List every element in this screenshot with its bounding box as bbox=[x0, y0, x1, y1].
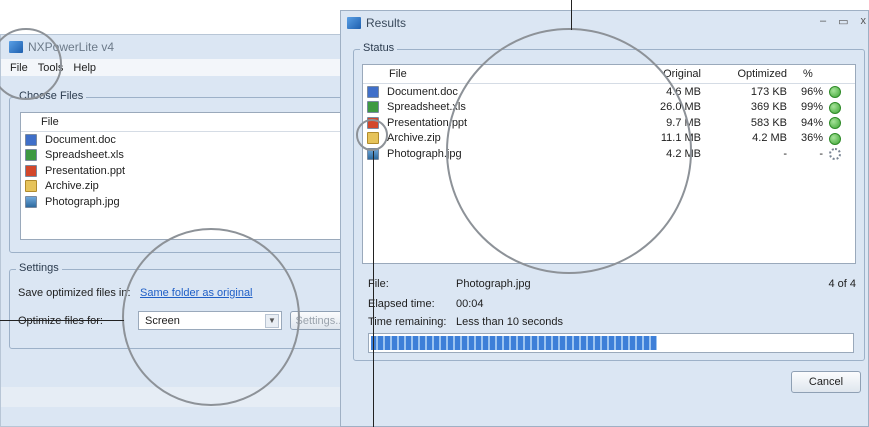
excel-icon bbox=[25, 149, 37, 162]
list-item[interactable]: Photograph.jpg bbox=[21, 194, 349, 210]
col-file-header[interactable]: File bbox=[389, 68, 407, 80]
remaining-label: Time remaining: bbox=[368, 316, 447, 328]
cell-optimized: 369 KB bbox=[750, 101, 787, 114]
cell-pct: 99% bbox=[800, 101, 823, 114]
ok-check-icon bbox=[829, 86, 841, 98]
cell-pct: - bbox=[819, 147, 823, 160]
callout-circle-results bbox=[446, 28, 692, 274]
file-name: Document.doc bbox=[45, 133, 116, 146]
file-name: Archive.zip bbox=[45, 180, 99, 193]
list-item[interactable]: Presentation.ppt bbox=[21, 163, 349, 179]
ok-check-icon bbox=[829, 101, 841, 114]
menu-help[interactable]: Help bbox=[73, 62, 96, 74]
file-header-label: File bbox=[41, 116, 59, 128]
cell-file: Archive.zip bbox=[387, 132, 441, 145]
list-item[interactable]: Archive.zip bbox=[21, 179, 349, 195]
ok-check-icon bbox=[829, 117, 841, 129]
maximize-icon[interactable]: ▭ bbox=[838, 15, 848, 28]
list-item[interactable]: Spreadsheet.xls bbox=[21, 148, 349, 164]
results-titlebar: Results bbox=[341, 11, 868, 35]
processing-gear-icon bbox=[829, 148, 841, 160]
cell-optimized: 173 KB bbox=[750, 85, 787, 98]
cell-optimized: 583 KB bbox=[750, 116, 787, 129]
word-doc-icon bbox=[25, 133, 37, 146]
cell-optimized: - bbox=[783, 147, 787, 160]
file-name: Spreadsheet.xls bbox=[45, 149, 124, 162]
status-label: Status bbox=[360, 42, 398, 54]
cell-pct: 96% bbox=[800, 85, 823, 98]
save-location-label: Save optimized files in: bbox=[18, 287, 131, 299]
current-file-label: File: bbox=[368, 278, 389, 290]
image-icon bbox=[25, 195, 37, 208]
app-icon bbox=[347, 17, 361, 29]
file-list[interactable]: File Document.doc Spreadsheet.xls Presen… bbox=[20, 112, 350, 240]
file-count: 4 of 4 bbox=[828, 278, 856, 290]
window-controls: – ▭ x bbox=[820, 15, 866, 28]
remaining-value: Less than 10 seconds bbox=[456, 316, 564, 328]
cancel-button-label: Cancel bbox=[808, 376, 844, 388]
progress-bar bbox=[368, 333, 854, 353]
cell-pct: 94% bbox=[800, 116, 823, 129]
elapsed-value: 00:04 bbox=[456, 298, 484, 310]
file-name: Photograph.jpg bbox=[45, 195, 120, 208]
excel-icon bbox=[367, 101, 379, 114]
choose-files-group: Choose Files File Document.doc Spreadshe… bbox=[9, 90, 350, 253]
minimize-icon[interactable]: – bbox=[820, 15, 826, 28]
current-file-value: Photograph.jpg bbox=[456, 278, 531, 290]
progress-fill bbox=[371, 336, 658, 350]
zip-folder-icon bbox=[25, 180, 37, 193]
settings-label: Settings bbox=[16, 262, 62, 274]
callout-pointer-top bbox=[571, 0, 572, 30]
list-item[interactable]: Document.doc bbox=[21, 132, 349, 148]
cell-optimized: 4.2 MB bbox=[752, 132, 787, 145]
callout-pointer-bottom bbox=[373, 151, 374, 427]
ok-check-icon bbox=[829, 132, 841, 145]
callout-circle-settings bbox=[122, 228, 300, 406]
callout-pointer-left bbox=[0, 320, 124, 321]
optimize-for-label: Optimize files for: bbox=[18, 315, 103, 327]
elapsed-label: Elapsed time: bbox=[368, 298, 435, 310]
col-optimized-header[interactable]: Optimized bbox=[717, 68, 787, 80]
powerpoint-icon bbox=[25, 164, 37, 177]
col-pct-header[interactable]: % bbox=[803, 68, 813, 80]
cell-file: Document.doc bbox=[387, 85, 458, 98]
file-name: Presentation.ppt bbox=[45, 164, 126, 177]
results-title: Results bbox=[366, 16, 407, 30]
file-column-header[interactable]: File bbox=[21, 113, 349, 132]
word-doc-icon bbox=[367, 85, 379, 98]
close-icon[interactable]: x bbox=[861, 15, 867, 28]
settings-button-label: Settings... bbox=[295, 314, 345, 327]
callout-circle-icon bbox=[356, 119, 388, 151]
cancel-button[interactable]: Cancel bbox=[791, 371, 861, 393]
cell-pct: 36% bbox=[800, 132, 823, 145]
